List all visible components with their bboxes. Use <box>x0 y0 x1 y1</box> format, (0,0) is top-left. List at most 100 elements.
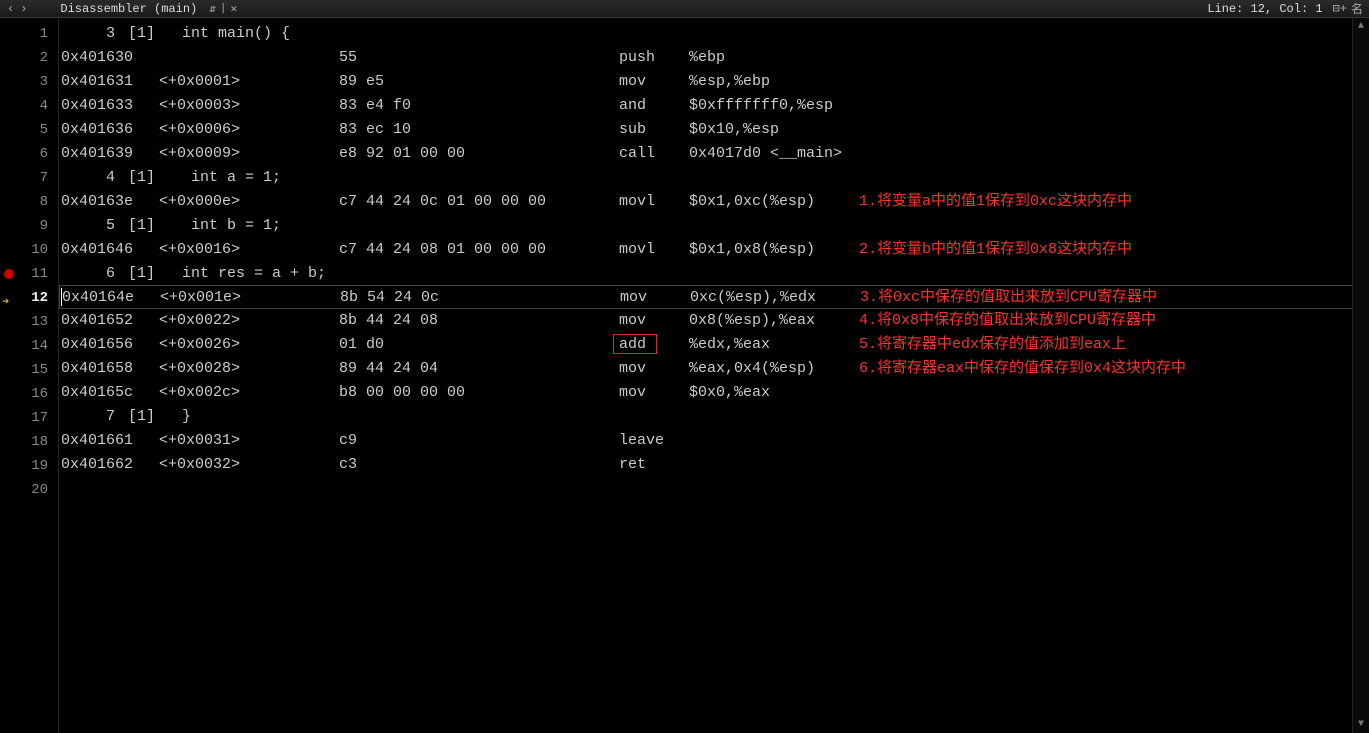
code-line[interactable]: 0x401652<+0x0022>8b 44 24 08mov0x8(%esp)… <box>59 309 1369 333</box>
title-bar: ‹ › Disassembler (main) ⇵ | ✕ Line: 12, … <box>0 0 1369 18</box>
operands: 0xc(%esp),%edx <box>690 286 860 308</box>
offset: <+0x0026> <box>159 333 279 357</box>
offset: <+0x0022> <box>159 309 279 333</box>
code-line[interactable]: 0x401658<+0x0028>89 44 24 04mov%eax,0x4(… <box>59 357 1369 381</box>
code-line[interactable]: 0x401639<+0x0009>e8 92 01 00 00call0x401… <box>59 142 1369 166</box>
address: 0x401636 <box>59 118 159 142</box>
code-line[interactable] <box>59 477 1369 501</box>
mnemonic: ret <box>619 453 689 477</box>
mnemonic: mov <box>619 357 689 381</box>
scroll-up-icon[interactable]: ▲ <box>1353 18 1369 35</box>
line-number[interactable]: 10 <box>0 238 58 262</box>
line-number[interactable]: 19 <box>0 454 58 478</box>
code-line[interactable]: 0x401662<+0x0032>c3ret <box>59 453 1369 477</box>
code-line[interactable]: 7 [1] } <box>59 405 1369 429</box>
offset: <+0x0016> <box>159 238 279 262</box>
line-number[interactable]: 14 <box>0 334 58 358</box>
operands: $0x0,%eax <box>689 381 859 405</box>
operands: %ebp <box>689 46 859 70</box>
code-line[interactable]: 4 [1] int a = 1; <box>59 166 1369 190</box>
offset: <+0x0028> <box>159 357 279 381</box>
source-line-ref: 3 <box>59 22 119 46</box>
line-number[interactable]: 17 <box>0 406 58 430</box>
hex-bytes: c7 44 24 08 01 00 00 00 <box>339 238 619 262</box>
line-number[interactable]: 16 <box>0 382 58 406</box>
cursor-position: Line: 12, Col: 1 <box>1207 2 1330 16</box>
line-number[interactable]: 13 <box>0 310 58 334</box>
tab-divider: | <box>218 3 229 15</box>
mnemonic: mov <box>619 70 689 94</box>
hex-bytes: c7 44 24 0c 01 00 00 00 <box>339 190 619 214</box>
code-line[interactable]: 5 [1] int b = 1; <box>59 214 1369 238</box>
operands <box>689 453 859 477</box>
vertical-scrollbar[interactable]: ▲ ▼ <box>1352 18 1369 733</box>
nav-forward-icon[interactable]: › <box>17 2 30 16</box>
code-area[interactable]: 3 [1] int main() {0x40163055push%ebp0x40… <box>58 18 1369 733</box>
tab-updown-icon[interactable]: ⇵ <box>207 2 218 16</box>
tab-close-icon[interactable]: ✕ <box>228 2 239 16</box>
operands: %edx,%eax <box>689 333 859 357</box>
code-line[interactable]: 0x401661<+0x0031>c9leave <box>59 429 1369 453</box>
code-line[interactable]: 0x401636<+0x0006>83 ec 10sub$0x10,%esp <box>59 118 1369 142</box>
code-line[interactable]: 3 [1] int main() { <box>59 22 1369 46</box>
line-number[interactable]: 7 <box>0 166 58 190</box>
mnemonic: add <box>619 333 689 357</box>
line-number[interactable]: 1 <box>0 22 58 46</box>
code-line[interactable]: 6 [1] int res = a + b; <box>59 262 1369 286</box>
address: 0x401656 <box>59 333 159 357</box>
toolbar-icon-2[interactable]: 名 <box>1349 0 1365 17</box>
line-number[interactable]: 8 <box>0 190 58 214</box>
annotation: 2.将变量b中的值1保存到0x8这块内存中 <box>859 238 1132 262</box>
annotation: 5.将寄存器中edx保存的值添加到eax上 <box>859 333 1126 357</box>
code-line[interactable]: 0x401630 55push%ebp <box>59 46 1369 70</box>
code-line[interactable]: 0x40165c<+0x002c>b8 00 00 00 00mov$0x0,%… <box>59 381 1369 405</box>
code-line[interactable]: 0x401631<+0x0001>89 e5mov%esp,%ebp <box>59 70 1369 94</box>
address: 0x401630 <box>59 46 159 70</box>
address: 0x401639 <box>59 142 159 166</box>
line-number-gutter[interactable]: 123456789101112➔1314151617181920 <box>0 18 58 733</box>
code-line[interactable]: 0x40163e<+0x000e>c7 44 24 0c 01 00 00 00… <box>59 190 1369 214</box>
address: 0x40164e <box>60 286 160 308</box>
offset-ref: [1] <box>119 22 155 46</box>
code-line[interactable]: 0x401646<+0x0016>c7 44 24 08 01 00 00 00… <box>59 238 1369 262</box>
line-number[interactable]: 5 <box>0 118 58 142</box>
mnemonic: movl <box>619 238 689 262</box>
code-line[interactable]: 0x40164e<+0x001e>8b 54 24 0cmov0xc(%esp)… <box>59 285 1369 309</box>
operands: $0x1,0x8(%esp) <box>689 238 859 262</box>
address: 0x401662 <box>59 453 159 477</box>
offset: <+0x0032> <box>159 453 279 477</box>
offset: <+0x001e> <box>160 286 280 308</box>
breakpoint-icon[interactable] <box>4 269 14 279</box>
line-number[interactable]: 20 <box>0 478 58 502</box>
annotation: 6.将寄存器eax中保存的值保存到0x4这块内存中 <box>859 357 1186 381</box>
code-line[interactable]: 0x401633<+0x0003>83 e4 f0and$0xfffffff0,… <box>59 94 1369 118</box>
line-number[interactable]: 12➔ <box>0 286 58 310</box>
line-number[interactable]: 3 <box>0 70 58 94</box>
annotation: 1.将变量a中的值1保存到0xc这块内存中 <box>859 190 1132 214</box>
operands: $0x10,%esp <box>689 118 859 142</box>
code-line[interactable]: 0x401656<+0x0026>01 d0add%edx,%eax5.将寄存器… <box>59 333 1369 357</box>
hex-bytes: 55 <box>339 46 619 70</box>
line-number[interactable]: 18 <box>0 430 58 454</box>
line-number[interactable]: 9 <box>0 214 58 238</box>
toolbar-icon-1[interactable]: ⊟+ <box>1331 1 1349 16</box>
hex-bytes: 89 44 24 04 <box>339 357 619 381</box>
tab-title[interactable]: Disassembler (main) <box>50 1 207 17</box>
mnemonic: push <box>619 46 689 70</box>
nav-back-icon[interactable]: ‹ <box>4 2 17 16</box>
line-number[interactable]: 11 <box>0 262 58 286</box>
highlight-box <box>613 334 657 354</box>
disassembly-view[interactable]: 123456789101112➔1314151617181920 3 [1] i… <box>0 18 1369 733</box>
line-number[interactable]: 6 <box>0 142 58 166</box>
line-number[interactable]: 2 <box>0 46 58 70</box>
line-number[interactable]: 15 <box>0 358 58 382</box>
mnemonic: and <box>619 94 689 118</box>
offset: <+0x0003> <box>159 94 279 118</box>
source-line-ref: 4 <box>59 166 119 190</box>
line-number[interactable]: 4 <box>0 94 58 118</box>
operands: 0x8(%esp),%eax <box>689 309 859 333</box>
source-code: } <box>155 405 191 429</box>
address: 0x401658 <box>59 357 159 381</box>
address: 0x40165c <box>59 381 159 405</box>
scroll-down-icon[interactable]: ▼ <box>1353 716 1369 733</box>
